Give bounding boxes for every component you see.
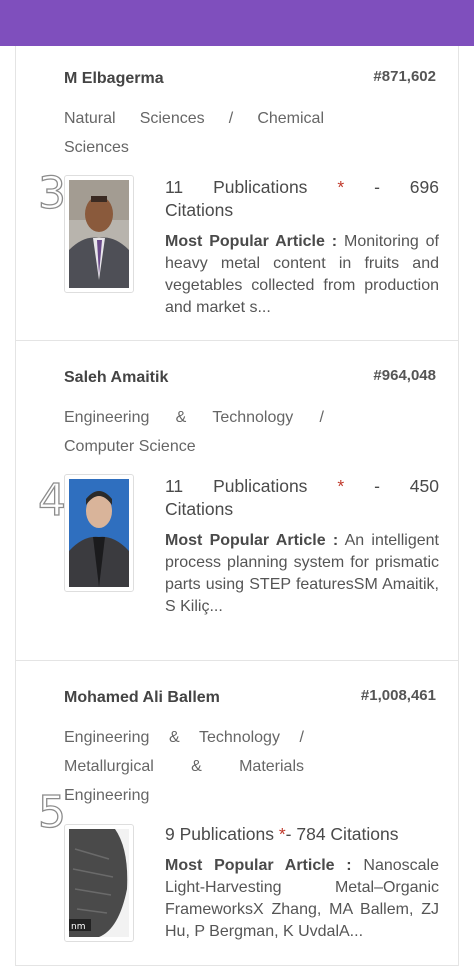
popular-article-label: Most Popular Article : [165, 233, 338, 250]
popular-article-label: Most Popular Article : [165, 857, 352, 874]
citations-number[interactable]: 450 [410, 476, 439, 496]
position-number: 3 [37, 168, 66, 219]
author-card[interactable]: Saleh Amaitik #964,048 Engineering & Tec… [15, 341, 459, 661]
author-rank: #871,602 [373, 68, 436, 85]
author-photo[interactable] [64, 474, 134, 592]
author-category[interactable]: Engineering & Technology / Metallurgical… [64, 723, 304, 810]
position-number: 5 [37, 787, 66, 838]
citations-label: Citations [165, 499, 234, 519]
author-rank: #964,048 [373, 367, 436, 384]
author-stats: 11 Publications * - 450 Citations [165, 475, 439, 521]
author-photo-image: nm [69, 829, 129, 937]
author-photo-image [69, 479, 129, 587]
author-name[interactable]: Saleh Amaitik [64, 369, 168, 387]
publications-count[interactable]: 9 Publications [165, 824, 274, 844]
stats-separator: - [374, 476, 380, 496]
popular-article[interactable]: Most Popular Article : An intelligent pr… [165, 530, 439, 618]
stats-separator: - [374, 177, 380, 197]
svg-text:nm: nm [71, 922, 85, 932]
author-card[interactable]: M Elbagerma #871,602 Natural Sciences / … [15, 46, 459, 341]
position-number: 4 [37, 475, 66, 526]
author-rank: #1,008,461 [360, 687, 436, 704]
popular-article[interactable]: Most Popular Article : Nanoscale Light-H… [165, 855, 439, 943]
author-stats: 9 Publications *- 784 Citations [165, 823, 439, 846]
citations-label: Citations [165, 200, 234, 220]
author-name[interactable]: Mohamed Ali Ballem [64, 689, 220, 707]
stats-separator: - [285, 824, 292, 844]
author-category[interactable]: Engineering & Technology / Computer Scie… [64, 403, 324, 461]
popular-article[interactable]: Most Popular Article : Monitoring of hea… [165, 231, 439, 319]
star-icon: * [337, 177, 345, 197]
author-stats: 11 Publications * - 696 Citations [165, 176, 439, 222]
publications-count[interactable]: 11 Publications [165, 177, 307, 197]
citations-count[interactable]: 784 Citations [296, 824, 398, 844]
popular-article-label: Most Popular Article : [165, 532, 339, 549]
author-category[interactable]: Natural Sciences / Chemical Sciences [64, 104, 324, 162]
star-icon: * [337, 476, 345, 496]
publications-count[interactable]: 11 Publications [165, 476, 307, 496]
author-photo[interactable] [64, 175, 134, 293]
citations-number[interactable]: 696 [410, 177, 439, 197]
author-photo[interactable]: nm [64, 824, 134, 942]
author-name[interactable]: M Elbagerma [64, 70, 164, 88]
author-photo-image [69, 180, 129, 288]
author-card[interactable]: Mohamed Ali Ballem #1,008,461 Engineerin… [15, 661, 459, 966]
star-icon: * [278, 824, 286, 844]
app-header-bar [0, 0, 474, 46]
